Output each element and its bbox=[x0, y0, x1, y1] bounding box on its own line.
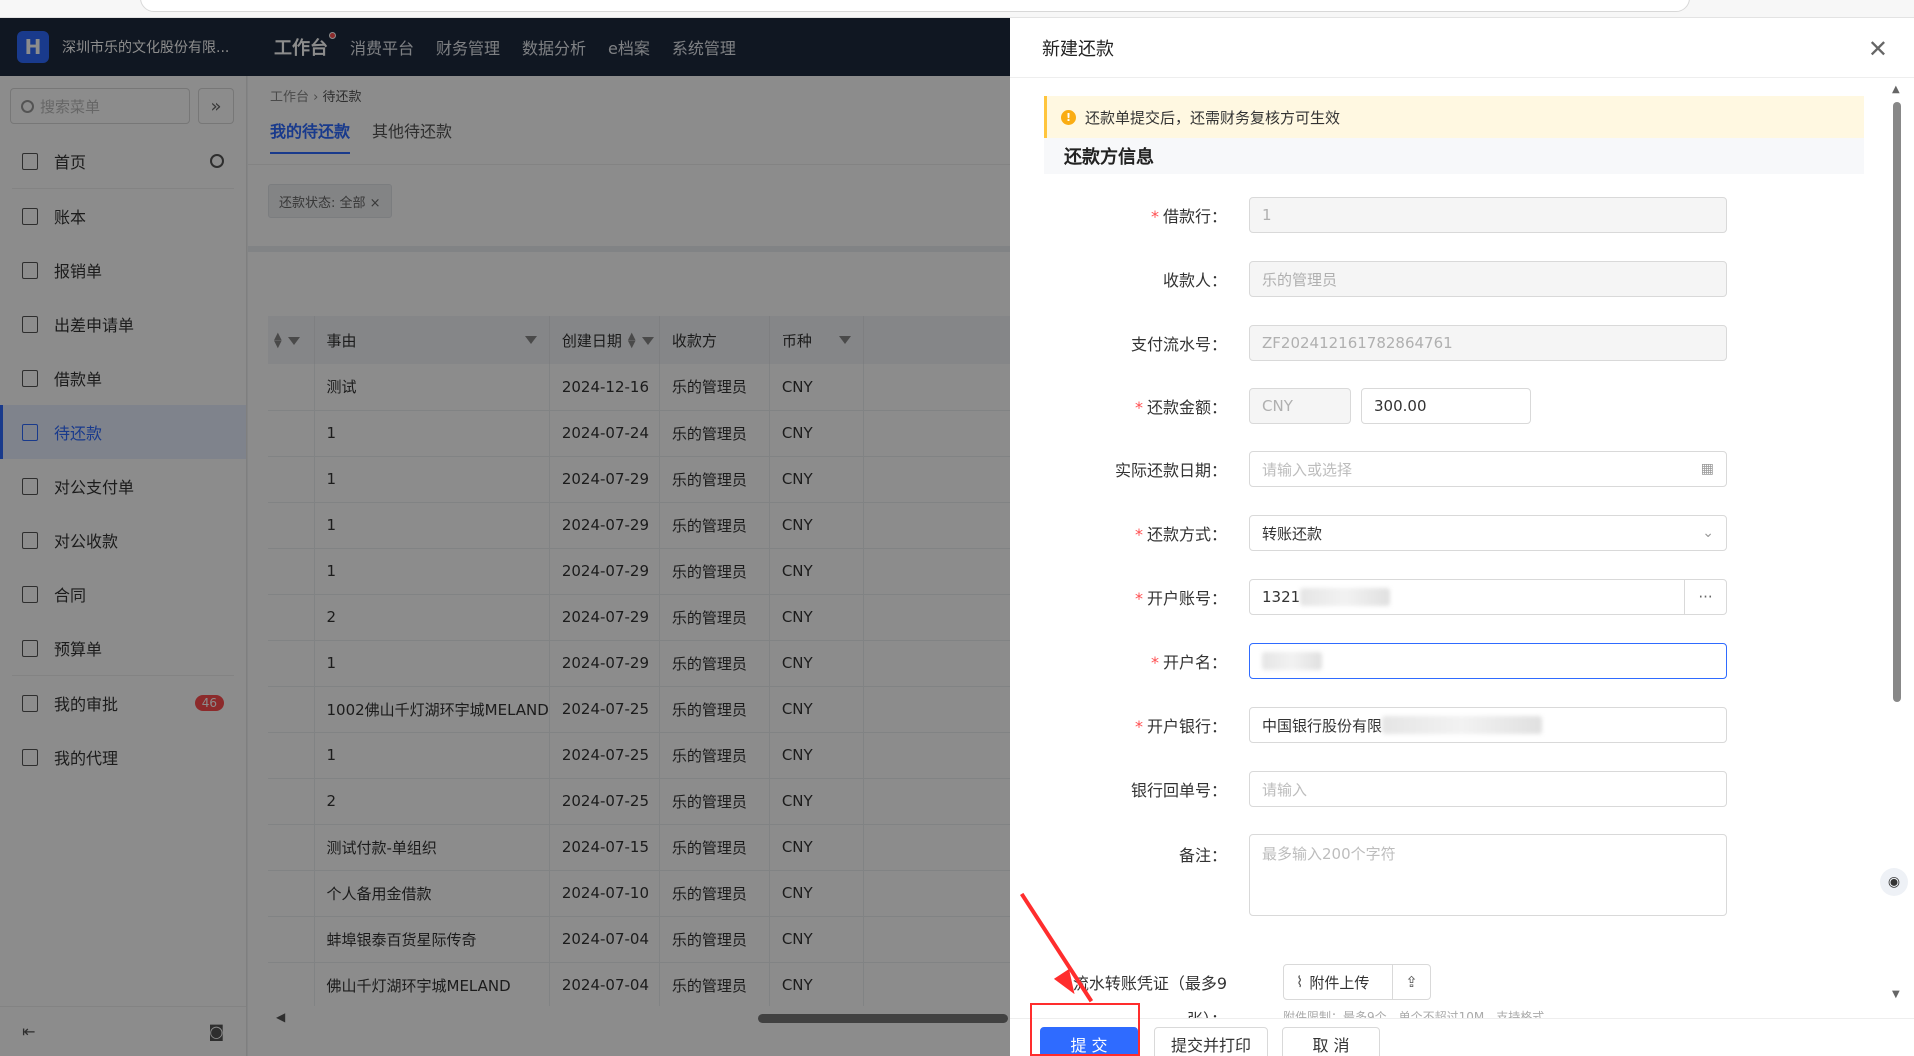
method-value: 转账还款 bbox=[1262, 524, 1323, 543]
cancel-button[interactable]: 取 消 bbox=[1282, 1027, 1380, 1056]
form-row-voucher: *流水转账凭证（最多9张）： ⌇ 附件上传 ⇪ 附件限制：最多9个，单个不超过1… bbox=[1044, 964, 1864, 1029]
bank-name-input[interactable]: 中国银行股份有限 bbox=[1249, 707, 1727, 743]
address-bar[interactable] bbox=[140, 0, 1690, 12]
required-mark: * bbox=[1150, 653, 1159, 672]
account-name-label-text: 开户名： bbox=[1162, 653, 1227, 672]
account-no-label: * 开户账号： bbox=[1044, 585, 1249, 609]
chevron-down-icon: ⌄ bbox=[1702, 525, 1714, 541]
lender-label-text: 借款行： bbox=[1162, 207, 1227, 226]
account-no-label-text: 开户账号： bbox=[1146, 589, 1227, 608]
form-row-account-name: * 开户名： bbox=[1044, 642, 1864, 680]
form-row-date: 实际还款日期： 请输入或选择 ▦ bbox=[1044, 450, 1864, 488]
receipt-number-input[interactable]: 请输入 bbox=[1249, 771, 1727, 807]
new-repayment-drawer: 新建还款 ✕ ! 还款单提交后，还需财务复核方可生效 还款方信息 * 借款行： 1… bbox=[1010, 18, 1914, 1056]
method-label-text: 还款方式： bbox=[1146, 525, 1227, 544]
assistant-icon[interactable]: ◉ bbox=[1880, 868, 1908, 896]
redacted-text bbox=[1382, 716, 1543, 734]
form-row-receipt: 银行回单号： 请输入 bbox=[1044, 770, 1864, 808]
redacted-text bbox=[1262, 652, 1322, 670]
drawer-title: 新建还款 bbox=[1042, 38, 1114, 60]
redacted-text bbox=[1300, 588, 1391, 606]
required-mark: * bbox=[1134, 398, 1143, 417]
upload-label: 附件上传 bbox=[1309, 973, 1370, 992]
bank-label-text: 开户银行： bbox=[1146, 717, 1227, 736]
form-row-bank: * 开户银行： 中国银行股份有限 bbox=[1044, 706, 1864, 744]
remark-label: 备注： bbox=[1178, 846, 1227, 865]
amount-label-text: 还款金额 bbox=[1146, 398, 1211, 417]
paperclip-icon: ⌇ bbox=[1296, 973, 1304, 991]
repayment-date-picker[interactable]: 请输入或选择 ▦ bbox=[1249, 451, 1727, 487]
upload-icon[interactable]: ⇪ bbox=[1392, 965, 1430, 999]
repayment-method-select[interactable]: 转账还款 ⌄ bbox=[1249, 515, 1727, 551]
warning-notice: ! 还款单提交后，还需财务复核方可生效 bbox=[1044, 96, 1864, 138]
remark-textarea[interactable]: 最多输入200个字符 bbox=[1249, 834, 1727, 916]
lender-label: * 借款行： bbox=[1044, 203, 1249, 227]
submit-print-button[interactable]: 提交并打印 bbox=[1154, 1027, 1268, 1056]
form-row-payee: 收款人： 乐的管理员 bbox=[1044, 260, 1864, 298]
required-mark: * bbox=[1134, 589, 1143, 608]
drawer-header: 新建还款 ✕ bbox=[1010, 18, 1914, 78]
scrollbar-thumb[interactable] bbox=[1893, 102, 1901, 702]
close-icon[interactable]: ✕ bbox=[1868, 35, 1888, 63]
form-row-serial: 支付流水号： ZF202412161782864761 bbox=[1044, 324, 1864, 362]
modal-overlay[interactable] bbox=[0, 18, 1010, 1056]
scroll-down-icon[interactable]: ▼ bbox=[1892, 989, 1900, 1000]
date-label: 实际还款日期： bbox=[1114, 461, 1227, 480]
amount-label: * 还款金额： bbox=[1134, 398, 1227, 417]
serial-label: 支付流水号： bbox=[1130, 335, 1227, 354]
form-row-account-no: * 开户账号： 1321 ··· bbox=[1044, 578, 1864, 616]
serial-field: ZF202412161782864761 bbox=[1249, 325, 1727, 361]
payee-label: 收款人： bbox=[1162, 271, 1227, 290]
amount-input[interactable]: 300.00 bbox=[1361, 388, 1531, 424]
calendar-icon: ▦ bbox=[1700, 461, 1714, 477]
form-row-method: * 还款方式： 转账还款 ⌄ bbox=[1044, 514, 1864, 552]
section-title: 还款方信息 bbox=[1044, 138, 1864, 174]
payee-field: 乐的管理员 bbox=[1249, 261, 1727, 297]
form-row-remark: 备注： 最多输入200个字符 bbox=[1044, 834, 1864, 916]
required-mark: * bbox=[1134, 525, 1143, 544]
method-label: * 还款方式： bbox=[1044, 521, 1249, 545]
bank-label: * 开户银行： bbox=[1044, 713, 1249, 737]
more-icon[interactable]: ··· bbox=[1684, 580, 1726, 614]
currency-field: CNY bbox=[1249, 388, 1351, 424]
browser-toolbar bbox=[0, 0, 1914, 18]
required-mark: * bbox=[1134, 717, 1143, 736]
bank-name-value: 中国银行股份有限 bbox=[1262, 716, 1383, 735]
receipt-label: 银行回单号： bbox=[1130, 781, 1227, 800]
account-number-input[interactable]: 1321 ··· bbox=[1249, 579, 1727, 615]
required-mark: * bbox=[1150, 207, 1159, 226]
account-name-label: * 开户名： bbox=[1044, 649, 1249, 673]
date-placeholder: 请输入或选择 bbox=[1262, 460, 1353, 479]
annotation-highlight-box bbox=[1030, 1003, 1140, 1056]
form-row-amount: * 还款金额： CNY 300.00 bbox=[1044, 387, 1864, 425]
upload-button[interactable]: ⌇ 附件上传 ⇪ bbox=[1283, 964, 1431, 1000]
notice-text: 还款单提交后，还需财务复核方可生效 bbox=[1085, 108, 1341, 127]
warning-icon: ! bbox=[1061, 109, 1076, 125]
drawer-footer: 提 交 提交并打印 取 消 bbox=[1010, 1018, 1914, 1056]
form-row-lender: * 借款行： 1 bbox=[1044, 196, 1864, 234]
scroll-up-icon[interactable]: ▲ bbox=[1892, 84, 1900, 95]
vertical-scrollbar[interactable]: ▲ ▼ bbox=[1890, 78, 1904, 1000]
lender-field: 1 bbox=[1249, 197, 1727, 233]
account-name-input[interactable] bbox=[1249, 643, 1727, 679]
account-number-value: 1321 bbox=[1262, 588, 1301, 606]
